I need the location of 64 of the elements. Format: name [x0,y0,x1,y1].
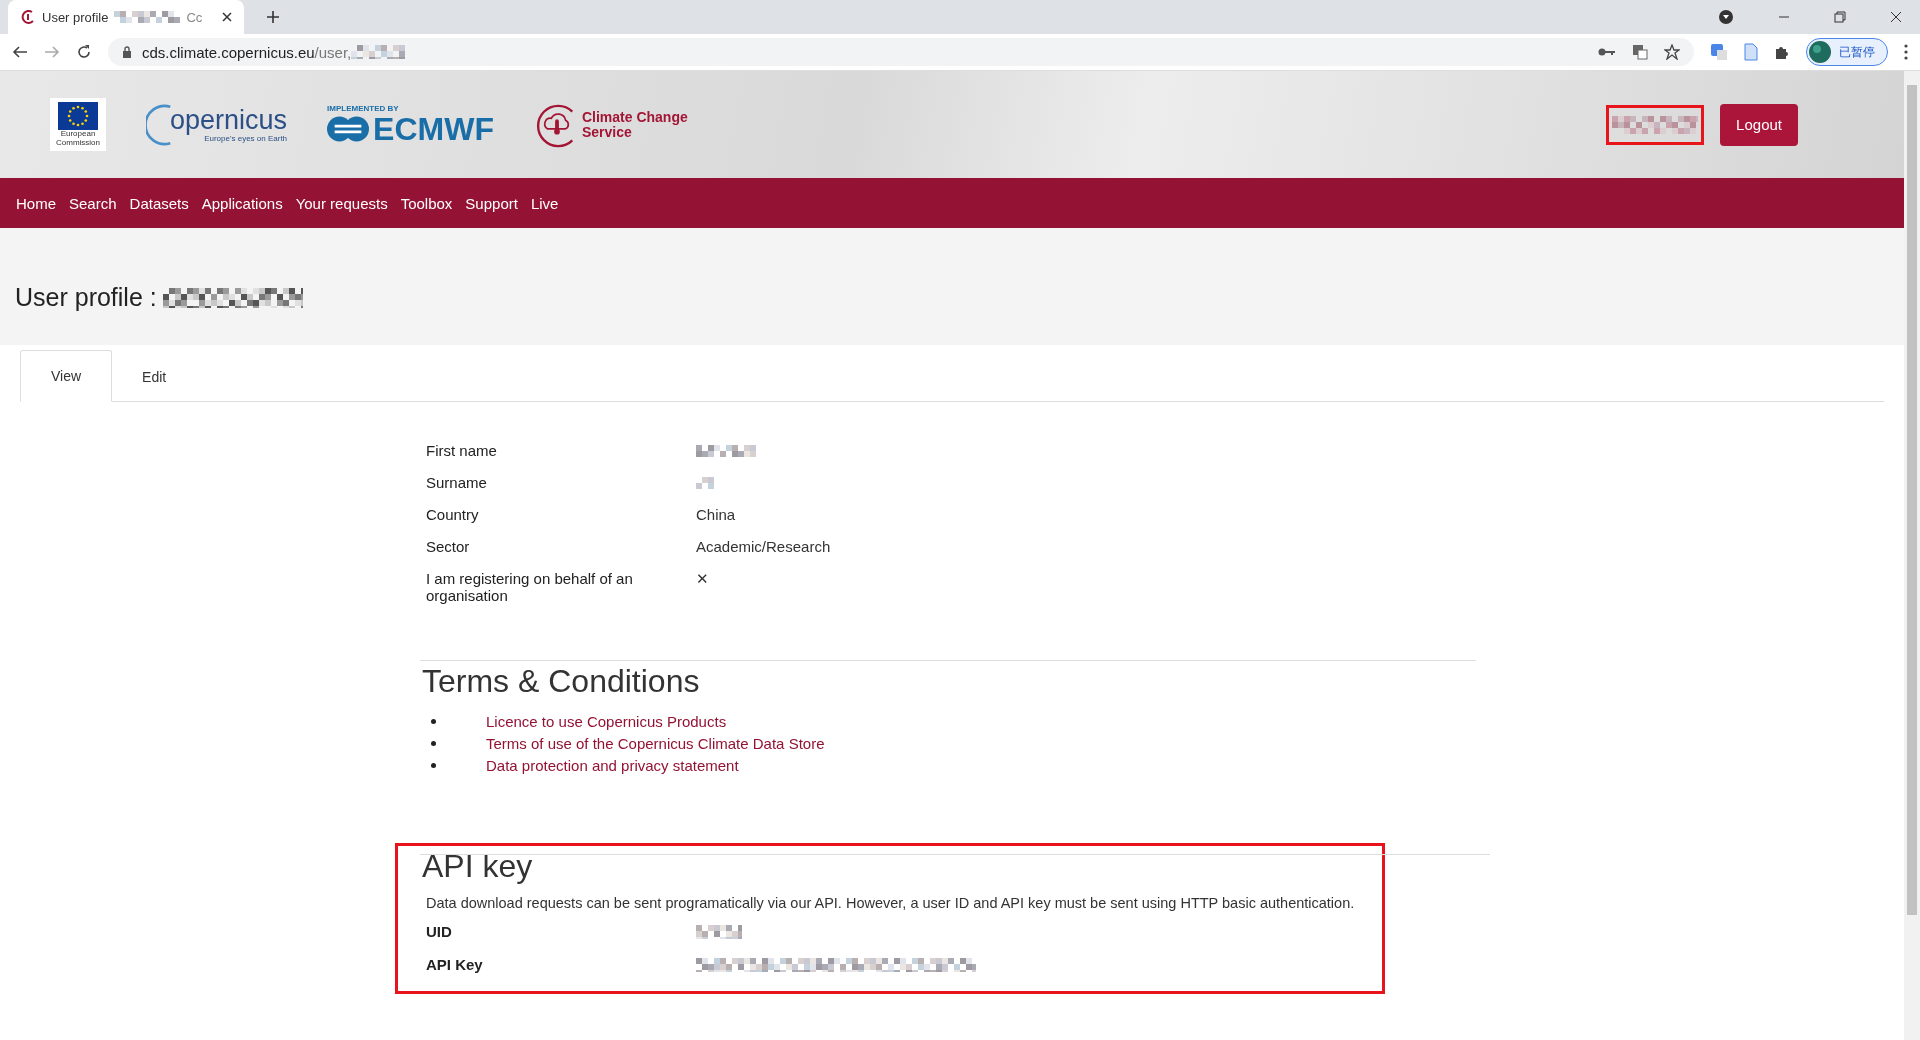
close-icon[interactable] [1890,11,1902,23]
new-tab-icon[interactable] [266,10,280,24]
logout-button[interactable]: Logout [1720,103,1798,146]
address-bar[interactable]: cds.climate.copernicus.eu/user, [108,38,1694,66]
bullet-icon [431,718,436,724]
nav-link[interactable]: Home [16,194,56,212]
field-label: I am registering on behalf of an organisation [426,570,634,604]
nav-link[interactable]: Datasets [129,194,189,212]
profile-button[interactable]: 已暂停 [1806,38,1888,66]
wave-icon [327,116,370,142]
back-arrow-icon[interactable] [12,44,28,60]
climate-change-service-logo: Climate Change Service [533,101,692,148]
dropdown-icon[interactable] [1718,9,1734,25]
field-label: First name [426,442,498,459]
tab[interactable]: View [20,350,113,402]
redaction-mosaic [114,11,181,23]
redaction-mosaic [696,476,714,489]
tab-title-fragment: Cc [186,9,203,25]
api-description: Data download requests can be sent programatically via our API. However, a user ID and API key must be sent using HTTP basic authentication. [426,895,1356,911]
field-value: China [696,506,736,523]
field-value: ✕ [696,570,709,588]
tab-title: User profile [42,9,109,25]
nav-link[interactable]: Support [465,194,518,212]
reload-icon[interactable] [76,44,92,60]
url-path: /user, [314,43,352,61]
redaction-mosaic [696,924,742,939]
menu-icon[interactable] [1904,44,1908,60]
avatar-icon [1809,41,1831,63]
nav-link[interactable]: Toolbox [400,194,453,212]
copernicus-logo: opernicus Europe's eyes on Earth [146,101,288,148]
field-label: UID [426,923,453,940]
redaction-mosaic [351,45,406,59]
flag-icon [58,101,98,130]
url-host: cds.climate.copernicus.eu [142,43,315,61]
eu-logo: European Commission [50,97,106,152]
bullet-icon [431,740,436,746]
section-heading: API key [422,848,534,885]
restore-icon[interactable] [1834,11,1846,23]
document-icon[interactable] [1744,43,1758,61]
section-heading: Terms & Conditions [422,663,701,700]
field-label: Country [426,506,480,523]
browser-tab[interactable]: User profile Cc [8,0,244,34]
redaction-mosaic [696,444,756,457]
nav-link[interactable]: Your requests [295,194,388,212]
field-label: Sector [426,538,471,555]
lock-icon [122,46,132,58]
scrollbar[interactable] [1904,71,1920,1040]
star-icon[interactable] [1664,44,1680,60]
tab[interactable]: Edit [112,352,197,402]
terms-link[interactable]: Terms of use of the Copernicus Climate Data Store [486,734,825,752]
terms-link[interactable]: Licence to use Copernicus Products [486,712,727,730]
terms-link[interactable]: Data protection and privacy statement [486,756,739,774]
page-title: User profile : [15,283,157,312]
close-icon[interactable] [222,12,232,22]
field-value: Academic/Research [696,538,831,555]
bullet-icon [431,762,436,768]
key-icon[interactable] [1598,47,1616,57]
field-label: API Key [426,956,484,973]
nav-link[interactable]: Search [69,194,117,212]
puzzle-icon[interactable] [1774,44,1790,60]
field-label: Surname [426,474,488,491]
ecmwf-logo: IMPLEMENTED BY ECMWF [327,104,494,145]
nav-link[interactable]: Live [530,194,559,212]
nav-link[interactable]: Applications [201,194,283,212]
